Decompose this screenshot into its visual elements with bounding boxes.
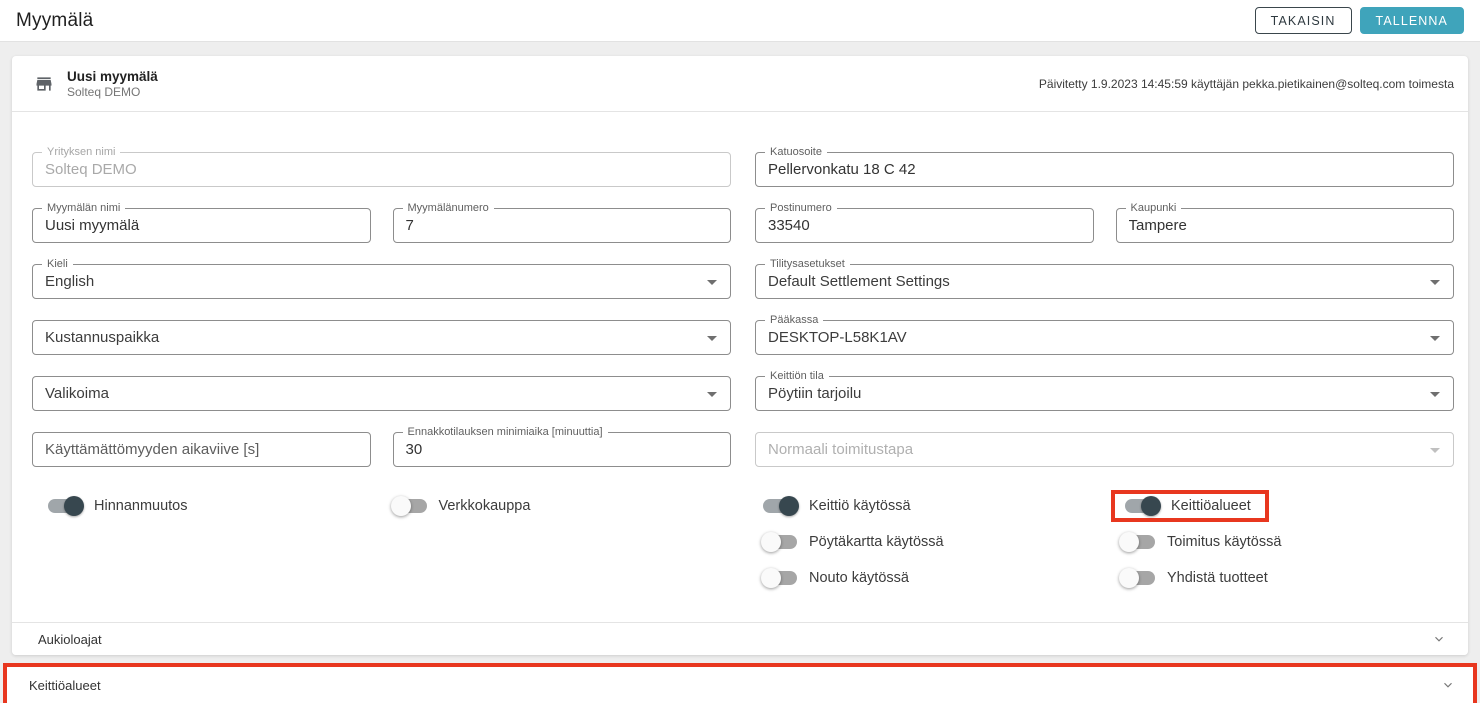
- toggle-switch[interactable]: [48, 496, 84, 516]
- toggle-label: Nouto käytössä: [809, 570, 909, 586]
- field-label: Postinumero: [765, 201, 837, 215]
- field-label: Keittiön tila: [765, 369, 829, 383]
- dropdown-caret-icon: [707, 280, 717, 285]
- dropdown-caret-icon: [1430, 336, 1440, 341]
- annotation-box-kitchen-areas-toggle: Keittiöalueet: [1111, 490, 1269, 522]
- toggle-pickup[interactable]: Nouto käytössä: [761, 568, 1121, 588]
- select-placeholder: Valikoima: [45, 385, 109, 402]
- preorder-min-field: Ennakkotilauksen minimiaika [minuuttia]: [392, 425, 731, 467]
- language-select[interactable]: Kieli English: [32, 257, 731, 299]
- company-name-input: [33, 153, 730, 186]
- toggle-label: Keittiöalueet: [1171, 498, 1251, 514]
- toggle-combine-products[interactable]: Yhdistä tuotteet: [1119, 568, 1454, 588]
- select-value: DESKTOP-L58K1AV: [768, 329, 907, 346]
- field-label: Kieli: [42, 257, 73, 271]
- toggle-switch[interactable]: [1119, 568, 1155, 588]
- toggle-delivery[interactable]: Toimitus käytössä: [1119, 532, 1454, 552]
- field-label: Ennakkotilauksen minimiaika [minuuttia]: [402, 425, 608, 439]
- toggle-table-map[interactable]: Pöytäkartta käytössä: [761, 532, 1121, 552]
- toggle-switch[interactable]: [390, 496, 427, 516]
- card-header: Uusi myymälä Solteq DEMO Päivitetty 1.9.…: [12, 56, 1468, 112]
- chevron-down-icon: [1441, 678, 1455, 692]
- field-label: Kaupunki: [1125, 201, 1182, 215]
- store-icon: [34, 74, 54, 94]
- form-left-column: Yrityksen nimi Myymälän nimi Myymälänume…: [32, 145, 731, 622]
- dropdown-caret-icon: [1430, 392, 1440, 397]
- card-subtitle: Solteq DEMO: [67, 84, 141, 99]
- content-area: Uusi myymälä Solteq DEMO Päivitetty 1.9.…: [0, 42, 1480, 703]
- dropdown-caret-icon: [707, 336, 717, 341]
- company-name-field: Yrityksen nimi: [32, 145, 731, 187]
- toggle-switch[interactable]: [763, 496, 799, 516]
- toggle-switch[interactable]: [761, 568, 797, 588]
- toggle-label: Verkkokauppa: [438, 498, 531, 514]
- toggle-webshop[interactable]: Verkkokauppa: [390, 496, 732, 516]
- top-bar: Myymälä TAKAISIN TALLENNA: [0, 0, 1480, 42]
- main-register-select[interactable]: Pääkassa DESKTOP-L58K1AV: [755, 313, 1454, 355]
- toolbar-actions: TAKAISIN TALLENNA: [1254, 7, 1464, 34]
- toggle-kitchen-enabled[interactable]: Keittiö käytössä: [763, 496, 1121, 516]
- idle-timeout-field: [32, 432, 371, 467]
- back-button[interactable]: TAKAISIN: [1254, 7, 1352, 34]
- store-form: Yrityksen nimi Myymälän nimi Myymälänume…: [12, 112, 1468, 622]
- accordion-label: Aukioloajat: [38, 631, 102, 647]
- field-label: Tilitysasetukset: [765, 257, 850, 271]
- default-delivery-select: Normaali toimitustapa: [755, 432, 1454, 467]
- street-address-input[interactable]: [756, 153, 1453, 186]
- toggle-label: Hinnanmuutos: [94, 498, 188, 514]
- cost-center-select[interactable]: Kustannuspaikka: [32, 320, 731, 355]
- toggle-label: Yhdistä tuotteet: [1167, 570, 1268, 586]
- select-value: Pöytiin tarjoilu: [768, 385, 862, 402]
- accordion-opening-hours[interactable]: Aukioloajat: [12, 622, 1468, 655]
- street-address-field: Katuosoite: [755, 145, 1454, 187]
- city-field: Kaupunki: [1115, 201, 1454, 243]
- store-card: Uusi myymälä Solteq DEMO Päivitetty 1.9.…: [12, 56, 1468, 655]
- toggle-label: Toimitus käytössä: [1167, 534, 1282, 550]
- dropdown-caret-icon: [1430, 448, 1440, 453]
- field-label: Pääkassa: [765, 313, 824, 327]
- card-title: Uusi myymälä: [67, 68, 158, 84]
- left-toggles: Hinnanmuutos Verkkokauppa: [32, 496, 731, 516]
- accordion-kitchen-areas[interactable]: Keittiöalueet: [3, 663, 1477, 703]
- field-label: Myymälänumero: [402, 201, 494, 215]
- chevron-down-icon: [1432, 632, 1446, 646]
- dropdown-caret-icon: [707, 392, 717, 397]
- toggle-label: Pöytäkartta käytössä: [809, 534, 944, 550]
- page-title: Myymälä: [16, 9, 94, 31]
- assortment-select[interactable]: Valikoima: [32, 376, 731, 411]
- toggle-kitchen-areas[interactable]: Keittiöalueet: [1111, 490, 1454, 522]
- dropdown-caret-icon: [1430, 280, 1440, 285]
- select-value: Default Settlement Settings: [768, 273, 950, 290]
- form-right-column: Katuosoite Postinumero Kaupunki: [755, 145, 1454, 622]
- select-placeholder: Normaali toimitustapa: [768, 441, 914, 458]
- toggle-switch[interactable]: [761, 532, 797, 552]
- store-name-field: Myymälän nimi: [32, 201, 371, 243]
- updated-info: Päivitetty 1.9.2023 14:45:59 käyttäjän p…: [1038, 76, 1454, 91]
- accordion-label: Keittiöalueet: [29, 677, 101, 693]
- select-value: English: [45, 273, 95, 290]
- toggle-price-change[interactable]: Hinnanmuutos: [48, 496, 371, 516]
- toggle-switch[interactable]: [1125, 496, 1161, 516]
- save-button[interactable]: TALLENNA: [1359, 7, 1464, 34]
- field-label: Myymälän nimi: [42, 201, 126, 215]
- field-label: Katuosoite: [765, 145, 827, 159]
- toggle-label: Keittiö käytössä: [809, 498, 911, 514]
- right-toggles: Keittiö käytössä Keittiöalueet Pöytäkart…: [755, 490, 1454, 588]
- kitchen-mode-select[interactable]: Keittiön tila Pöytiin tarjoilu: [755, 369, 1454, 411]
- store-number-field: Myymälänumero: [392, 201, 731, 243]
- idle-timeout-input[interactable]: [33, 433, 370, 466]
- settlement-select[interactable]: Tilitysasetukset Default Settlement Sett…: [755, 257, 1454, 299]
- toggle-switch[interactable]: [1119, 532, 1155, 552]
- field-label: Yrityksen nimi: [42, 145, 121, 159]
- postal-code-field: Postinumero: [755, 201, 1094, 243]
- select-placeholder: Kustannuspaikka: [45, 329, 160, 346]
